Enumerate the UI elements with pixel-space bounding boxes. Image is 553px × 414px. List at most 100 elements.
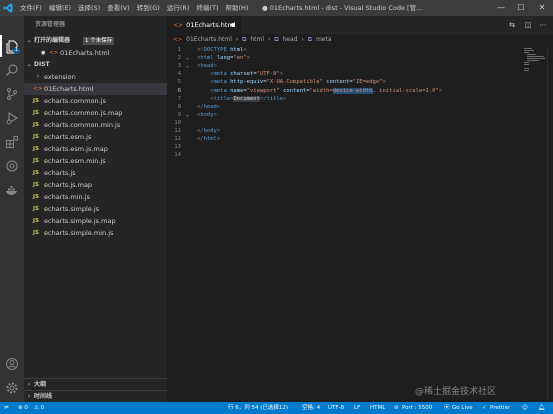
tree-item-extension[interactable]: › extension — [24, 71, 167, 83]
tree-item-label: echarts.simple.min.js — [44, 229, 114, 237]
menu-selection[interactable]: 选择(S) — [78, 0, 100, 16]
remote-explorer-icon[interactable] — [5, 158, 19, 172]
tree-item-js[interactable]: JS echarts.js.map — [24, 179, 167, 191]
notifications-icon[interactable]: 🔔︎ — [538, 402, 545, 414]
prettier-status[interactable]: Prettier — [490, 402, 510, 414]
tree-item-html[interactable]: <> 01Echarts.html — [24, 83, 167, 95]
settings-icon[interactable] — [5, 380, 19, 394]
split-editor-icon[interactable]: ◫ — [523, 16, 533, 34]
search-icon[interactable] — [5, 62, 19, 76]
code-line-12: </html> — [197, 136, 221, 143]
breadcrumb: <> 01Echarts.html › ⧉ html › ⧉ head › ⧉ … — [167, 34, 553, 46]
minimize-icon[interactable]: — — [492, 0, 510, 16]
element-icon: ⧉ — [242, 36, 247, 43]
line-number: 14 — [174, 152, 181, 159]
unsaved-dot-icon[interactable] — [231, 23, 235, 27]
chevron-right-icon: › — [36, 73, 40, 80]
js-file-icon: JS — [33, 170, 40, 176]
more-actions-icon[interactable]: ⋯ — [538, 16, 548, 34]
code-line-3: <head> — [197, 63, 217, 70]
menu-bar: 文件(F) 编辑(E) 选择(S) 查看(V) 转到(G) 运行(R) 终端(T… — [20, 0, 255, 16]
extensions-icon[interactable] — [5, 134, 19, 148]
code-line-2: <html lang="en"> — [197, 55, 250, 62]
remote-icon[interactable]: ⇌ — [4, 402, 9, 414]
html-file-icon: <> — [173, 22, 184, 29]
js-file-icon: JS — [33, 230, 40, 236]
close-icon[interactable]: ✕ — [533, 0, 551, 16]
line-number: 11 — [174, 128, 181, 134]
code-line-7: <title>Document</title> — [210, 95, 287, 102]
open-editor-item[interactable]: ● <> 01Echarts.html — [24, 47, 167, 59]
tree-item-js[interactable]: JS echarts.simple.js — [24, 203, 167, 215]
tree-item-js[interactable]: JS echarts.simple.js.map — [24, 215, 167, 227]
tree-item-label: extension — [44, 73, 76, 81]
minimap[interactable] — [524, 46, 546, 106]
tree-item-js[interactable]: JS echarts.simple.min.js — [24, 227, 167, 239]
fold-chevron-icon[interactable]: ⌄ — [186, 111, 189, 119]
tree-item-label: echarts.esm.js — [44, 133, 92, 141]
menu-view[interactable]: 查看(V) — [107, 0, 130, 16]
fold-chevron-icon[interactable]: ⌄ — [186, 62, 189, 70]
prettier-check-icon: ✓ — [482, 405, 487, 411]
run-debug-icon[interactable] — [5, 110, 19, 125]
code-line-8: </head> — [197, 103, 221, 110]
tree-item-label: echarts.common.js.map — [44, 109, 123, 117]
tree-item-js[interactable]: JS echarts.esm.min.js — [24, 155, 167, 167]
fold-chevron-icon[interactable]: ⌄ — [186, 54, 189, 62]
tree-item-js[interactable]: JS echarts.common.js.map — [24, 107, 167, 119]
source-control-icon[interactable] — [5, 86, 19, 100]
breadcrumb-head[interactable]: head — [282, 36, 297, 43]
tree-item-js[interactable]: JS echarts.common.js — [24, 95, 167, 107]
port-status[interactable]: Port : 5500 — [402, 402, 432, 414]
breadcrumb-meta[interactable]: meta — [316, 36, 332, 43]
tab-01echarts[interactable]: <> 01Echarts.html — [167, 16, 241, 34]
menu-go[interactable]: 转到(G) — [137, 0, 160, 16]
tree-item-js[interactable]: JS echarts.esm.js.map — [24, 143, 167, 155]
code-line-9: <body> — [197, 111, 217, 118]
tree-item-label: echarts.common.min.js — [44, 121, 121, 129]
menu-file[interactable]: 文件(F) — [20, 0, 42, 16]
editor-area: <> 01Echarts.html ⇆ ◫ ⋯ <> 01Echarts.html… — [167, 16, 553, 402]
tree-item-js[interactable]: JS echarts.common.min.js — [24, 119, 167, 131]
tree-item-label: echarts.esm.min.js — [44, 157, 106, 165]
folder-section-dist[interactable]: ⌄ DIST — [24, 59, 167, 71]
errors-count[interactable]: ⊗ 0 — [18, 402, 28, 414]
tree-item-js[interactable]: JS echarts.js — [24, 167, 167, 179]
cursor-position[interactable]: 行 6，列 54 (已选择12) — [228, 402, 288, 414]
line-number: 8 — [177, 103, 181, 110]
line-number: 10 — [174, 119, 181, 126]
menu-run[interactable]: 运行(R) — [167, 0, 190, 16]
vscode-logo-icon — [3, 3, 13, 13]
open-changes-icon[interactable]: ⇆ — [507, 16, 517, 34]
feedback-icon[interactable]: ☺ — [522, 402, 528, 414]
html-file-icon: <> — [33, 86, 43, 92]
breadcrumb-html[interactable]: html — [250, 36, 264, 43]
js-file-icon: JS — [33, 122, 40, 128]
docker-icon[interactable] — [5, 182, 19, 196]
line-ending[interactable]: LF — [354, 402, 360, 414]
chevron-right-icon: › — [235, 36, 239, 43]
encoding[interactable]: UTF-8 — [328, 402, 344, 414]
account-icon[interactable] — [5, 356, 19, 370]
element-icon: ⧉ — [274, 36, 279, 43]
open-editors-section[interactable]: ⌄ 打开的编辑器 1 个未保存 — [24, 35, 167, 47]
menu-terminal[interactable]: 终端(T) — [196, 0, 218, 16]
warnings-count[interactable]: ⚠ 0 — [34, 402, 44, 414]
language-mode[interactable]: HTML — [370, 402, 385, 414]
js-file-icon: JS — [33, 218, 40, 224]
indentation[interactable]: 空格: 4 — [302, 402, 320, 414]
code-line-6: <meta name="viewport" content="width=dev… — [210, 87, 443, 94]
vertical-scrollbar[interactable] — [547, 46, 553, 402]
go-live-button[interactable]: Go Live — [452, 402, 473, 414]
chevron-right-icon: › — [301, 36, 304, 43]
menu-edit[interactable]: 编辑(E) — [49, 0, 71, 16]
tree-item-js[interactable]: JS echarts.min.js — [24, 191, 167, 203]
open-editors-label: 打开的编辑器 — [34, 37, 71, 44]
js-file-icon: JS — [33, 134, 40, 140]
element-icon: ⧉ — [307, 36, 313, 43]
menu-help[interactable]: 帮助(H) — [225, 0, 248, 16]
maximize-icon[interactable]: ☐ — [512, 0, 530, 16]
tree-item-js[interactable]: JS echarts.esm.js — [24, 131, 167, 143]
breadcrumb-file[interactable]: 01Echarts.html — [186, 36, 232, 43]
port-icon: ⊘ — [394, 405, 399, 411]
